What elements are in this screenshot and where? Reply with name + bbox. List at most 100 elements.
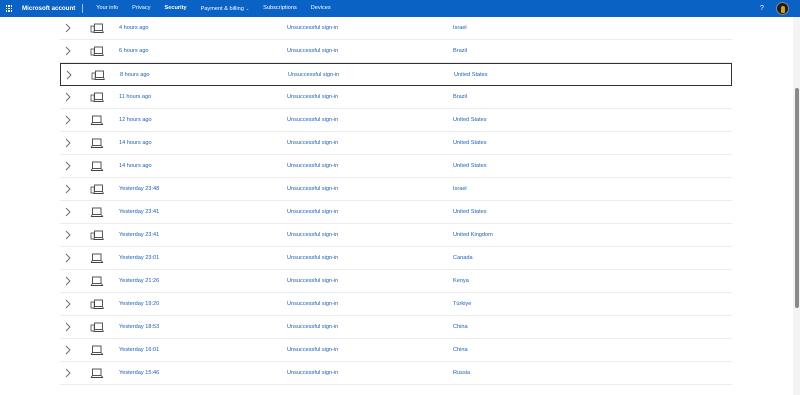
laptop-phone-icon [90, 184, 104, 195]
activity-row[interactable]: 12 hours ago Unsuccessful sign-in United S… [60, 109, 732, 132]
laptop-phone-icon [90, 46, 104, 57]
scrollbar-thumb[interactable] [795, 88, 799, 308]
chevron-right-icon[interactable] [65, 345, 71, 355]
activity-status[interactable]: Unsuccessful sign-in [287, 362, 338, 384]
activity-status[interactable]: Unsuccessful sign-in [287, 316, 338, 338]
laptop-phone-icon [90, 23, 104, 34]
activity-status[interactable]: Unsuccessful sign-in [287, 86, 338, 108]
activity-location[interactable]: United States [454, 64, 488, 86]
activity-location[interactable]: Canada [453, 247, 473, 269]
activity-row[interactable]: 14 hours ago Unsuccessful sign-in United S… [60, 132, 732, 155]
activity-status[interactable]: Unsuccessful sign-in [287, 339, 338, 361]
brand-title[interactable]: Microsoft account [22, 4, 84, 13]
activity-time[interactable]: Yesterday 23:41 [119, 224, 159, 246]
activity-location[interactable]: United States [453, 132, 487, 154]
laptop-icon [90, 276, 104, 287]
laptop-phone-icon [91, 70, 105, 81]
activity-time[interactable]: 14 hours ago [119, 132, 152, 154]
activity-time[interactable]: 4 hours ago [119, 17, 149, 39]
activity-status[interactable]: Unsuccessful sign-in [287, 155, 338, 177]
activity-location[interactable]: Russia [453, 362, 470, 384]
activity-time[interactable]: 6 hours ago [119, 40, 149, 62]
chevron-right-icon[interactable] [65, 276, 71, 286]
chevron-right-icon[interactable] [66, 70, 72, 80]
chevron-right-icon[interactable] [65, 138, 71, 148]
activity-location[interactable]: Israel [453, 178, 467, 200]
chevron-right-icon[interactable] [65, 299, 71, 309]
activity-time[interactable]: Yesterday 16:01 [119, 339, 159, 361]
nav-your-info[interactable]: Your info [89, 0, 125, 18]
top-bar: Microsoft account Your info Privacy Secu… [0, 0, 800, 17]
chevron-right-icon[interactable] [65, 23, 71, 33]
activity-location[interactable]: United States [453, 155, 487, 177]
user-avatar[interactable] [776, 2, 789, 15]
activity-location[interactable]: Israel [453, 17, 467, 39]
activity-status[interactable]: Unsuccessful sign-in [287, 293, 338, 315]
activity-location[interactable]: United States [453, 201, 487, 223]
activity-time[interactable]: 14 hours ago [119, 155, 152, 177]
nav-subscriptions[interactable]: Subscriptions [256, 0, 304, 18]
nav-devices[interactable]: Devices [304, 0, 338, 18]
app-launcher-icon[interactable] [0, 0, 18, 17]
chevron-right-icon[interactable] [65, 115, 71, 125]
activity-status[interactable]: Unsuccessful sign-in [288, 64, 339, 86]
chevron-right-icon[interactable] [65, 207, 71, 217]
chevron-right-icon[interactable] [65, 46, 71, 56]
activity-status[interactable]: Unsuccessful sign-in [287, 109, 338, 131]
activity-status[interactable]: Unsuccessful sign-in [287, 247, 338, 269]
activity-time[interactable]: Yesterday 19:20 [119, 293, 159, 315]
activity-row[interactable]: Yesterday 21:26 Unsuccessful sign-in Kenya [60, 270, 732, 293]
chevron-right-icon[interactable] [65, 161, 71, 171]
activity-row[interactable]: Yesterday 15:46 Unsuccessful sign-in Russi… [60, 362, 732, 385]
activity-location[interactable]: United Kingdom [453, 224, 493, 246]
laptop-icon [90, 115, 104, 126]
activity-row[interactable]: Yesterday 16:01 Unsuccessful sign-in China [60, 339, 732, 362]
activity-row[interactable]: Yesterday 23:41 Unsuccessful sign-in Unite… [60, 201, 732, 224]
activity-row[interactable]: Yesterday 23:41 Unsuccessful sign-in Unite… [60, 224, 732, 247]
activity-row[interactable]: Yesterday 19:20 Unsuccessful sign-in Türki… [60, 293, 732, 316]
activity-row[interactable]: 4 hours ago Unsuccessful sign-in Israel [60, 17, 732, 40]
activity-status[interactable]: Unsuccessful sign-in [287, 40, 338, 62]
activity-time[interactable]: Yesterday 15:46 [119, 362, 159, 384]
activity-row[interactable]: 8 hours ago Unsuccessful sign-in United St… [60, 63, 732, 86]
activity-status[interactable]: Unsuccessful sign-in [287, 132, 338, 154]
activity-row[interactable]: Yesterday 23:01 Unsuccessful sign-in Canad… [60, 247, 732, 270]
activity-status[interactable]: Unsuccessful sign-in [287, 178, 338, 200]
activity-time[interactable]: 11 hours ago [119, 86, 151, 108]
activity-row[interactable]: 11 hours ago Unsuccessful sign-in Brazil [60, 86, 732, 109]
activity-location[interactable]: Brazil [453, 86, 467, 108]
chevron-right-icon[interactable] [65, 322, 71, 332]
activity-status[interactable]: Unsuccessful sign-in [287, 201, 338, 223]
activity-location[interactable]: Kenya [453, 270, 469, 292]
activity-row[interactable]: Yesterday 23:48 Unsuccessful sign-in Israe… [60, 178, 732, 201]
nav-security[interactable]: Security [158, 0, 194, 18]
activity-row[interactable]: 6 hours ago Unsuccessful sign-in Brazil [60, 40, 732, 63]
nav-privacy[interactable]: Privacy [125, 0, 157, 18]
chevron-right-icon[interactable] [65, 230, 71, 240]
activity-row[interactable]: Yesterday 18:53 Unsuccessful sign-in China [60, 316, 732, 339]
chevron-right-icon[interactable] [65, 368, 71, 378]
activity-time[interactable]: Yesterday 18:53 [119, 316, 159, 338]
activity-time[interactable]: 12 hours ago [119, 109, 152, 131]
activity-status[interactable]: Unsuccessful sign-in [287, 224, 338, 246]
laptop-phone-icon [90, 230, 104, 241]
activity-location[interactable]: Brazil [453, 40, 467, 62]
activity-status[interactable]: Unsuccessful sign-in [287, 270, 338, 292]
activity-time[interactable]: Yesterday 23:48 [119, 178, 159, 200]
laptop-icon [90, 345, 104, 356]
activity-row[interactable]: 14 hours ago Unsuccessful sign-in United S… [60, 155, 732, 178]
help-icon[interactable]: ? [760, 0, 764, 17]
activity-time[interactable]: 8 hours ago [120, 64, 150, 86]
activity-location[interactable]: Türkiye [453, 293, 471, 315]
chevron-right-icon[interactable] [65, 184, 71, 194]
activity-time[interactable]: Yesterday 23:01 [119, 247, 159, 269]
activity-location[interactable]: United States [453, 109, 487, 131]
chevron-right-icon[interactable] [65, 253, 71, 263]
activity-time[interactable]: Yesterday 21:26 [119, 270, 159, 292]
activity-location[interactable]: China [453, 339, 468, 361]
activity-time[interactable]: Yesterday 23:41 [119, 201, 159, 223]
chevron-right-icon[interactable] [65, 92, 71, 102]
activity-status[interactable]: Unsuccessful sign-in [287, 17, 338, 39]
nav-payment-billing[interactable]: Payment & billing ⌄ [194, 0, 257, 18]
activity-location[interactable]: China [453, 316, 468, 338]
